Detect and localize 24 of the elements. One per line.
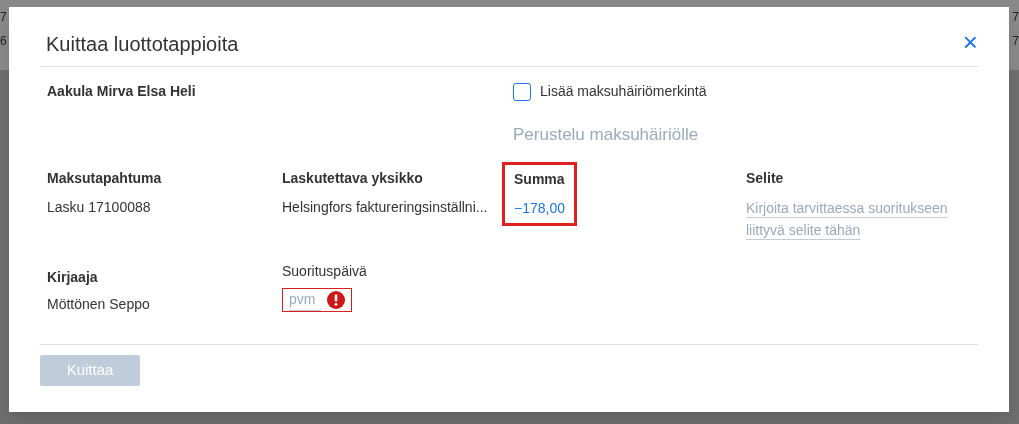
checkbox[interactable] xyxy=(513,82,531,101)
checkbox-label: Lisää maksuhäiriömerkintä xyxy=(540,82,707,101)
field-label: Selite xyxy=(746,168,785,188)
close-button[interactable]: × xyxy=(962,28,978,55)
field-label: Maksutapahtuma xyxy=(47,168,162,188)
field-label: Summa xyxy=(514,169,565,189)
reason-field[interactable]: Perustelu maksuhäiriölle xyxy=(513,122,813,148)
field-value: Möttönen Seppo xyxy=(47,294,151,314)
field-value: Helsingfors faktureringsinställni... xyxy=(282,197,488,217)
error-icon xyxy=(327,290,345,309)
field-label: Laskutettava yksikko xyxy=(282,168,424,188)
field-label: Suorituspäivä xyxy=(282,261,368,281)
background-text: 7 xyxy=(1012,9,1019,26)
amount-value: −178,00 xyxy=(514,198,565,218)
field-label: Kirjaaja xyxy=(47,267,99,287)
background-text: 7 xyxy=(0,9,7,26)
dialog-title: Kuittaa luottotappioita xyxy=(45,31,239,57)
background-text: 6 xyxy=(0,33,7,50)
date-picker[interactable]: pvm xyxy=(282,287,352,312)
note-field[interactable]: Kirjoita tarvittaessa suoritukseen liittyvä selite tähän xyxy=(746,196,976,241)
background-text: 7 xyxy=(1012,33,1019,50)
date-field[interactable]: pvm xyxy=(289,288,321,311)
customer-name: Aakula Mirva Elsa Heli xyxy=(47,82,197,101)
field-value: Lasku 17100088 xyxy=(47,197,152,217)
